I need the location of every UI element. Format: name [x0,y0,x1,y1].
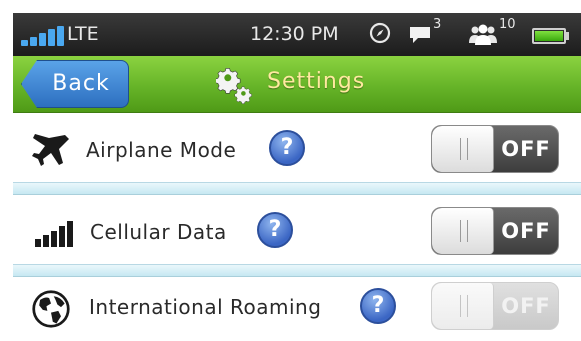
contacts-count: 10 [499,17,516,32]
clock: 12:30 PM [250,23,339,45]
toggle-knob [432,126,494,172]
page-title: Settings [267,69,366,94]
signal-strength-icon [21,26,65,46]
compass-icon [369,22,391,44]
globe-icon [32,290,70,328]
help-icon[interactable]: ? [360,288,396,324]
battery-icon [532,28,566,44]
chat-icon[interactable] [409,25,431,45]
battery-tip [566,32,569,40]
status-bar: LTE 12:30 PM 3 10 [13,13,581,56]
nav-bar: Back Settings [13,56,581,113]
setting-label: Airplane Mode [86,138,237,162]
gear-icon [216,68,252,104]
airplane-icon [32,134,69,166]
help-icon[interactable]: ? [269,130,305,166]
toggle-state: OFF [501,219,551,243]
toggle-state: OFF [501,137,551,161]
international-roaming-toggle[interactable]: OFF [431,282,559,330]
section-divider [13,183,581,195]
toggle-knob [432,283,494,329]
toggle-state: OFF [501,294,551,318]
setting-row-international-roaming: International Roaming ? OFF [13,277,581,337]
setting-label: International Roaming [89,295,322,319]
help-icon[interactable]: ? [257,212,293,248]
setting-row-airplane-mode: Airplane Mode ? OFF [13,113,581,183]
contacts-icon[interactable] [468,23,498,45]
back-button[interactable]: Back [21,60,129,108]
network-type: LTE [67,23,99,45]
messages-count: 3 [433,17,442,32]
setting-label: Cellular Data [90,220,227,244]
toggle-knob [432,208,494,254]
section-divider [13,265,581,277]
cellular-data-toggle[interactable]: OFF [431,207,559,255]
signal-bars-icon [35,221,73,247]
airplane-mode-toggle[interactable]: OFF [431,125,559,173]
settings-list: Airplane Mode ? OFF Cellular Data ? OFF [13,113,581,337]
setting-row-cellular-data: Cellular Data ? OFF [13,195,581,265]
